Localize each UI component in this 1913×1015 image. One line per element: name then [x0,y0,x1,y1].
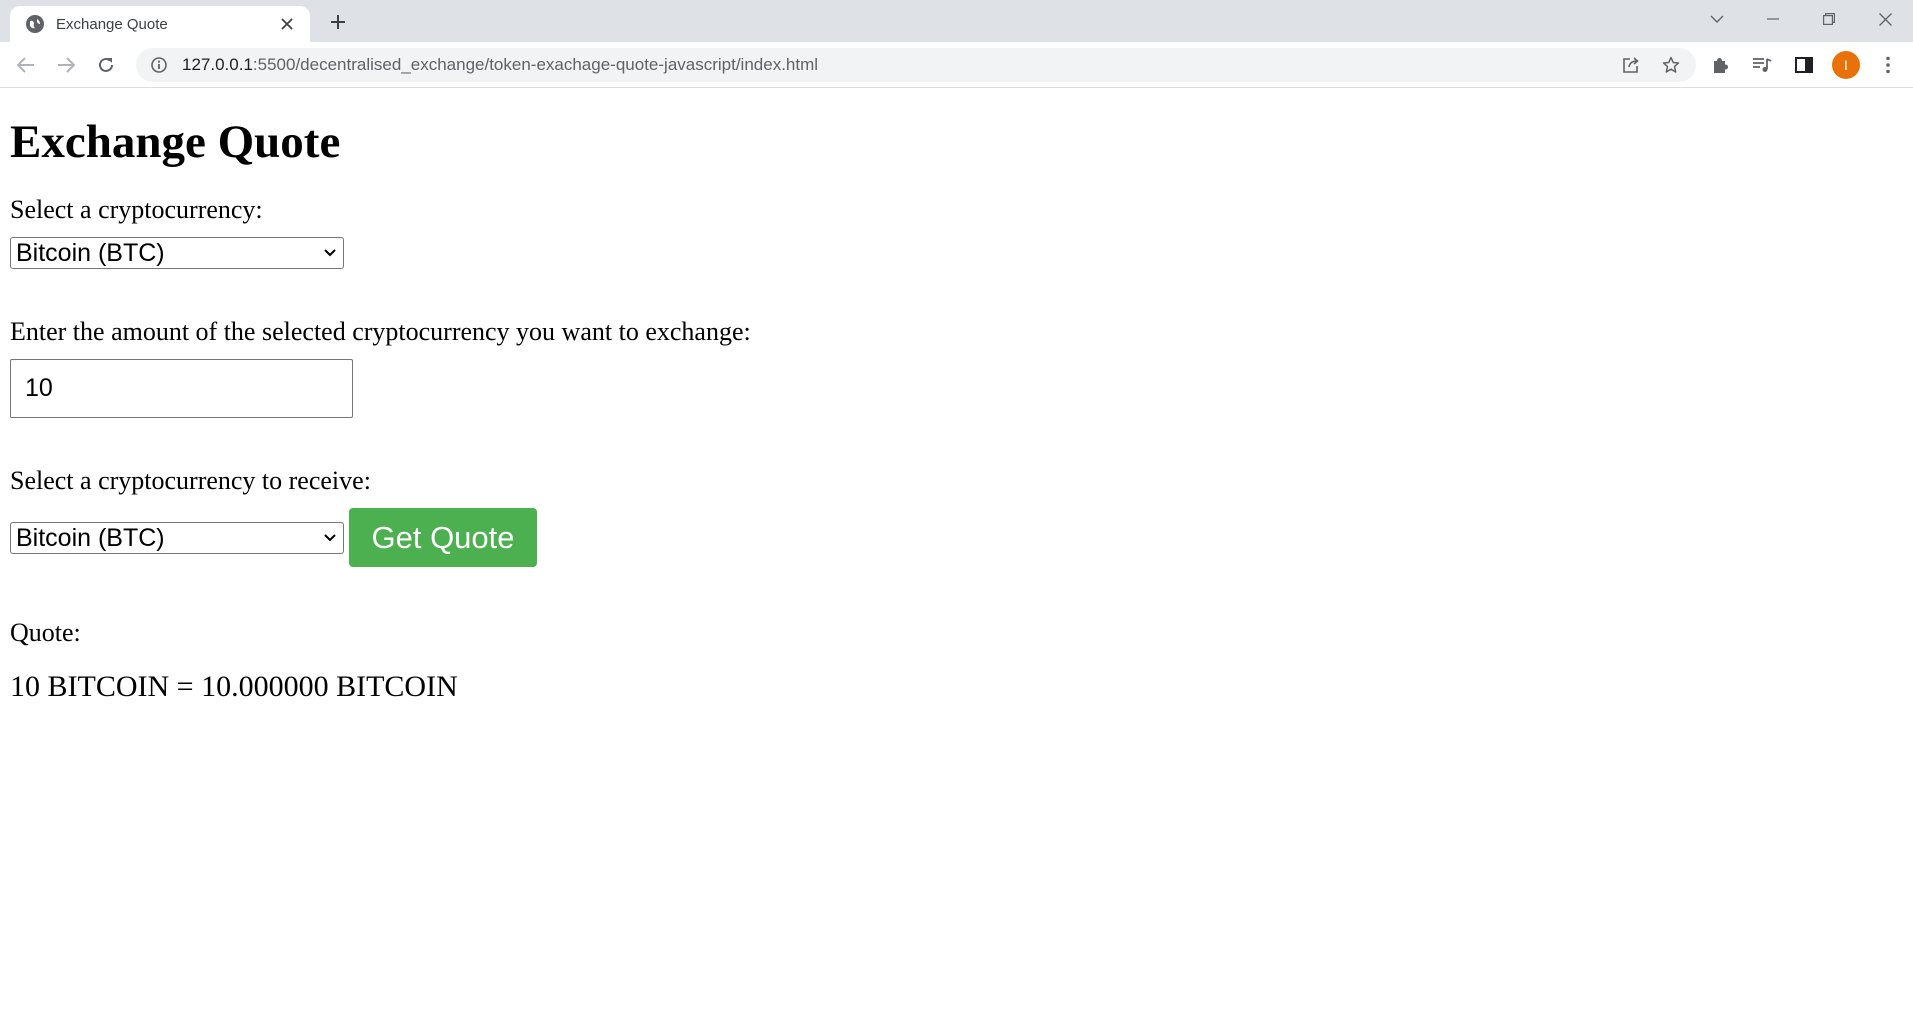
star-icon[interactable] [1658,52,1684,78]
back-arrow-icon[interactable] [6,45,46,85]
from-currency-label: Select a cryptocurrency: [10,195,263,224]
to-currency-select[interactable]: Bitcoin (BTC) [10,522,344,554]
page-title: Exchange Quote [10,116,341,168]
restore-icon[interactable] [1801,0,1857,38]
from-currency-select[interactable]: Bitcoin (BTC) [10,237,344,269]
amount-input[interactable]: 10 [10,359,353,418]
browser-tab[interactable]: Exchange Quote [10,6,310,42]
toolbar-actions: I [1701,45,1907,85]
more-icon[interactable] [1869,46,1907,84]
avatar: I [1832,51,1860,79]
quote-label: Quote: [10,618,81,647]
puzzle-icon[interactable] [1701,46,1739,84]
page-content: Exchange Quote Select a cryptocurrency: … [0,89,1913,1015]
quote-result: 10 BITCOIN = 10.000000 BITCOIN [10,670,458,703]
minimize-icon[interactable] [1745,0,1801,38]
url-path: :5500/decentralised_exchange/token-exach… [252,55,819,74]
url-text[interactable]: 127.0.0.1:5500/decentralised_exchange/to… [182,55,1618,75]
get-quote-button[interactable]: Get Quote [349,508,537,567]
globe-icon [26,15,44,33]
share-icon[interactable] [1618,52,1644,78]
close-icon[interactable] [276,13,298,35]
tab-title: Exchange Quote [56,15,168,33]
url-host: 127.0.0.1 [182,55,253,74]
forward-arrow-icon[interactable] [46,45,86,85]
chevron-down-icon [317,534,343,542]
window-controls [1689,0,1913,38]
to-currency-value: Bitcoin (BTC) [16,523,165,552]
to-currency-label: Select a cryptocurrency to receive: [10,466,371,495]
info-icon[interactable] [150,56,168,74]
chevron-down-icon [317,249,343,257]
plus-icon[interactable] [324,8,352,36]
chevron-down-icon[interactable] [1689,0,1745,38]
browser-toolbar: 127.0.0.1:5500/decentralised_exchange/to… [0,42,1913,88]
from-currency-value: Bitcoin (BTC) [16,238,165,267]
tab-strip: Exchange Quote [0,0,1913,42]
reload-icon[interactable] [86,45,126,85]
close-icon[interactable] [1857,0,1913,38]
side-panel-icon[interactable] [1785,46,1823,84]
address-bar[interactable]: 127.0.0.1:5500/decentralised_exchange/to… [136,48,1696,82]
profile-avatar[interactable]: I [1827,46,1865,84]
media-icon[interactable] [1743,46,1781,84]
amount-label: Enter the amount of the selected cryptoc… [10,317,751,346]
